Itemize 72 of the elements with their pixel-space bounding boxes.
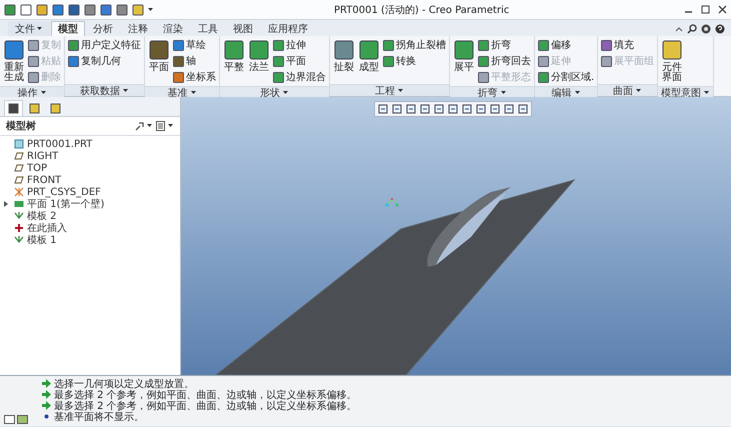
ribbon-button[interactable]: 法兰 [247, 38, 271, 74]
search-icon[interactable] [687, 24, 697, 34]
message-text: 选择一几何项以定义成型放置。 [54, 378, 194, 390]
tree-item[interactable]: PRT_CSYS_DEF [27, 186, 101, 198]
coordinate-triad-icon [384, 196, 400, 208]
coordinate-system-icon [14, 187, 24, 197]
caret-icon[interactable] [398, 88, 404, 92]
ribbon-button[interactable]: 拉伸 [272, 38, 327, 52]
ribbon-tab[interactable]: 渲染 [156, 21, 190, 36]
caret-icon[interactable] [636, 88, 642, 92]
message-text: 最多选择 2 个参考，例如平面、曲面、边或轴，以定义坐标系偏移。 [54, 388, 357, 400]
insert-here-icon [14, 223, 24, 233]
dropdown-caret-icon[interactable] [148, 8, 154, 12]
tree-item[interactable]: 模板 1 [27, 233, 57, 247]
ribbon-tab[interactable]: 工具 [191, 21, 225, 36]
ribbon-button[interactable]: 元件界面 [660, 38, 684, 84]
ribbon-button[interactable]: 折弯回去 [477, 54, 532, 68]
maximize-icon[interactable] [701, 5, 710, 14]
ribbon-button[interactable]: 拐角止裂槽 [382, 38, 447, 52]
ribbon-button[interactable]: 填充 [600, 38, 656, 52]
caret-icon[interactable] [704, 90, 710, 94]
ribbon-button[interactable]: 成型 [357, 38, 381, 74]
caret-icon[interactable] [190, 90, 196, 94]
close-icon[interactable] [718, 5, 727, 14]
ribbon-button[interactable]: 用户定义特征 [67, 38, 142, 52]
tree-item[interactable]: 在此插入 [27, 221, 67, 235]
ribbon-button[interactable]: 轴 [172, 54, 217, 68]
message-text: 最多选择 2 个参考，例如平面、曲面、边或轴，以定义坐标系偏移。 [54, 400, 357, 412]
ribbon-button[interactable]: 扯裂 [332, 38, 356, 74]
ribbon-button[interactable]: 边界混合 [272, 70, 327, 84]
navigator-tab[interactable] [4, 100, 23, 116]
ribbon-tab[interactable]: 视图 [226, 21, 260, 36]
caret-icon[interactable] [123, 88, 129, 92]
ribbon-button[interactable]: 复制几何 [67, 54, 142, 68]
caret-icon[interactable] [40, 90, 46, 94]
ribbon-button[interactable]: 重新生成 [2, 38, 26, 84]
ribbon-tab[interactable]: 分析 [86, 21, 120, 36]
ribbon-button[interactable]: 转换 [382, 54, 447, 68]
ribbon-tab[interactable]: 文件 [8, 21, 50, 36]
caret-icon[interactable] [147, 124, 153, 128]
tree-item[interactable]: FRONT [27, 174, 62, 186]
collapse-ribbon-icon[interactable] [675, 24, 683, 32]
ribbon-tab[interactable]: 模型 [51, 21, 85, 36]
tree-item[interactable]: RIGHT [27, 150, 58, 162]
tree-item[interactable]: 平面 1(第一个壁) [27, 197, 104, 211]
window-title: PRT0001 (活动的) - Creo Parametric [334, 4, 510, 16]
ribbon-button[interactable]: 折弯 [477, 38, 532, 52]
caret-icon[interactable] [574, 90, 581, 94]
model-tree-title: 模型树 [6, 120, 37, 133]
caret-icon[interactable] [283, 90, 289, 94]
ribbon-tab[interactable]: 应用程序 [261, 21, 315, 36]
tree-item[interactable]: TOP [27, 162, 48, 174]
ribbon-button[interactable]: 平面 [147, 38, 171, 74]
bullet-icon [42, 412, 51, 421]
group-label[interactable]: 工程 [375, 84, 395, 98]
ribbon-button[interactable]: 坐标系 [172, 70, 217, 84]
expand-arrow-icon[interactable] [4, 201, 9, 207]
tree-item[interactable]: 模板 2 [27, 209, 57, 223]
ribbon-button[interactable]: 偏移 [537, 38, 596, 52]
ribbon-button[interactable]: 平面 [272, 54, 327, 68]
ribbon-tab[interactable]: 注释 [121, 21, 155, 36]
caret-icon[interactable] [500, 90, 506, 94]
tree-item[interactable]: PRT0001.PRT [27, 138, 92, 150]
caret-icon[interactable] [168, 124, 174, 128]
ribbon-button[interactable]: 草绘 [172, 38, 217, 52]
help-icon[interactable] [715, 24, 725, 34]
list-icon[interactable] [156, 121, 165, 131]
ribbon-button[interactable]: 分割区域. [537, 70, 596, 84]
ribbon-button[interactable]: 平整 [222, 38, 246, 74]
message-text: 基准平面将不显示。 [54, 410, 144, 424]
caret-icon [37, 27, 43, 31]
ribbon-button[interactable]: 展平 [452, 38, 476, 74]
